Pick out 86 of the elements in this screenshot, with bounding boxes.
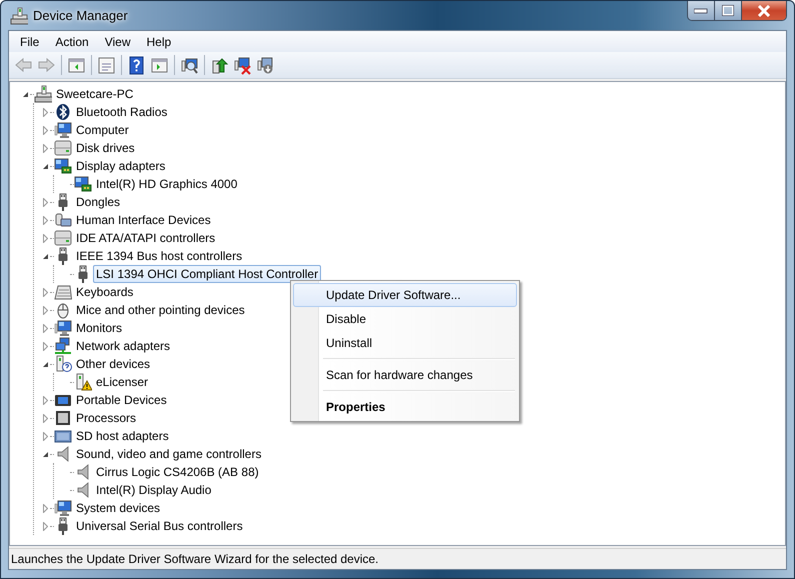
- maximize-button[interactable]: [715, 1, 742, 20]
- monitor-icon: [54, 499, 72, 517]
- tree-item[interactable]: System devices: [73, 499, 164, 517]
- tree-item[interactable]: eLicenser: [93, 373, 152, 391]
- expand-arrow-icon[interactable]: [42, 306, 48, 314]
- tree-item[interactable]: LSI 1394 OHCI Compliant Host Controller: [93, 265, 322, 283]
- menu-item[interactable]: Action: [47, 34, 97, 48]
- expand-arrow-icon[interactable]: [42, 342, 48, 350]
- drive-icon: [54, 139, 72, 157]
- menu-item[interactable]: Help: [138, 34, 180, 48]
- expand-arrow-icon[interactable]: [42, 216, 48, 224]
- tree-item[interactable]: Intel(R) HD Graphics 4000: [93, 175, 240, 193]
- scan-icon[interactable]: [180, 56, 199, 74]
- maximize-icon: [722, 5, 734, 16]
- disable-icon[interactable]: [256, 56, 275, 74]
- collapse-arrow-icon[interactable]: [42, 450, 48, 458]
- window-title: Device Manager: [33, 8, 128, 23]
- tree-item[interactable]: Human Interface Devices: [73, 211, 214, 229]
- collapse-arrow-icon[interactable]: [42, 360, 48, 368]
- menu-item[interactable]: Properties: [293, 395, 517, 419]
- expand-arrow-icon[interactable]: [42, 288, 48, 296]
- menu-item[interactable]: Uninstall: [293, 331, 517, 355]
- tree-item[interactable]: Network adapters: [73, 337, 174, 355]
- bluetooth-icon: [54, 103, 72, 121]
- expand-arrow-icon[interactable]: [42, 234, 48, 242]
- tree-item[interactable]: Processors: [73, 409, 140, 427]
- collapse-arrow-icon[interactable]: [22, 90, 28, 98]
- window-list-icon[interactable]: [97, 56, 116, 74]
- expand-arrow-icon[interactable]: [42, 432, 48, 440]
- expand-arrow-icon[interactable]: [42, 108, 48, 116]
- expand-arrow-icon[interactable]: [42, 522, 48, 530]
- tree-item[interactable]: IDE ATA/ATAPI controllers: [73, 229, 218, 247]
- expand-arrow-icon[interactable]: [42, 144, 48, 152]
- menu-item[interactable]: File: [12, 34, 48, 48]
- tree-item[interactable]: Disk drives: [73, 139, 138, 157]
- help-icon[interactable]: [127, 56, 146, 74]
- processor-icon: [54, 409, 72, 427]
- close-button[interactable]: [742, 1, 786, 20]
- warning-device-icon: [74, 373, 92, 391]
- minimize-icon: [694, 8, 708, 14]
- menu-item[interactable]: View: [96, 34, 138, 48]
- keyboard-icon: [54, 283, 72, 301]
- tree-item[interactable]: Portable Devices: [73, 391, 170, 409]
- menu-item[interactable]: Disable: [293, 307, 517, 331]
- computer-icon: [10, 6, 28, 24]
- network-icon: [54, 337, 72, 355]
- tree-item[interactable]: IEEE 1394 Bus host controllers: [73, 247, 246, 265]
- menu-item[interactable]: Scan for hardware changes: [293, 363, 517, 387]
- tree-item[interactable]: Cirrus Logic CS4206B (AB 88): [93, 463, 262, 481]
- tree-item[interactable]: Bluetooth Radios: [73, 103, 170, 121]
- close-icon: [757, 4, 771, 16]
- input-device-icon: [54, 211, 72, 229]
- computer-icon: [34, 85, 52, 103]
- monitor-icon: [54, 319, 72, 337]
- tree-item[interactable]: Monitors: [73, 319, 126, 337]
- collapse-arrow-icon[interactable]: [42, 252, 48, 260]
- tree-item[interactable]: Keyboards: [73, 283, 136, 301]
- update-icon[interactable]: [210, 56, 229, 74]
- tree-item[interactable]: Intel(R) Display Audio: [93, 481, 214, 499]
- panel-icon[interactable]: [150, 56, 169, 74]
- display-card-icon: [74, 175, 92, 193]
- tree-item[interactable]: Computer: [73, 121, 132, 139]
- status-text: Launches the Update Driver Software Wizard for the selected device.: [11, 552, 379, 566]
- drive-icon: [54, 229, 72, 247]
- tree-item[interactable]: Mice and other pointing devices: [73, 301, 248, 319]
- tree-item[interactable]: Other devices: [73, 355, 154, 373]
- menu-item[interactable]: Update Driver Software...: [293, 283, 517, 307]
- expand-arrow-icon[interactable]: [42, 396, 48, 404]
- collapse-arrow-icon[interactable]: [42, 162, 48, 170]
- tree-item[interactable]: Dongles: [73, 193, 124, 211]
- tree-item[interactable]: Sound, video and game controllers: [73, 445, 264, 463]
- tree-item[interactable]: Sweetcare-PC: [53, 85, 136, 103]
- expand-arrow-icon[interactable]: [42, 504, 48, 512]
- display-card-icon: [54, 157, 72, 175]
- unknown-device-icon: [54, 355, 72, 373]
- tree-item[interactable]: Universal Serial Bus controllers: [73, 517, 246, 535]
- tree-item[interactable]: SD host adapters: [73, 427, 172, 445]
- expand-arrow-icon[interactable]: [42, 198, 48, 206]
- expand-arrow-icon[interactable]: [42, 126, 48, 134]
- panel-icon[interactable]: [67, 56, 86, 74]
- expand-arrow-icon[interactable]: [42, 414, 48, 422]
- expand-arrow-icon[interactable]: [42, 324, 48, 332]
- minimize-button[interactable]: [688, 1, 715, 20]
- monitor-icon: [54, 121, 72, 139]
- tree-item[interactable]: Display adapters: [73, 157, 168, 175]
- uninstall-icon[interactable]: [233, 56, 252, 74]
